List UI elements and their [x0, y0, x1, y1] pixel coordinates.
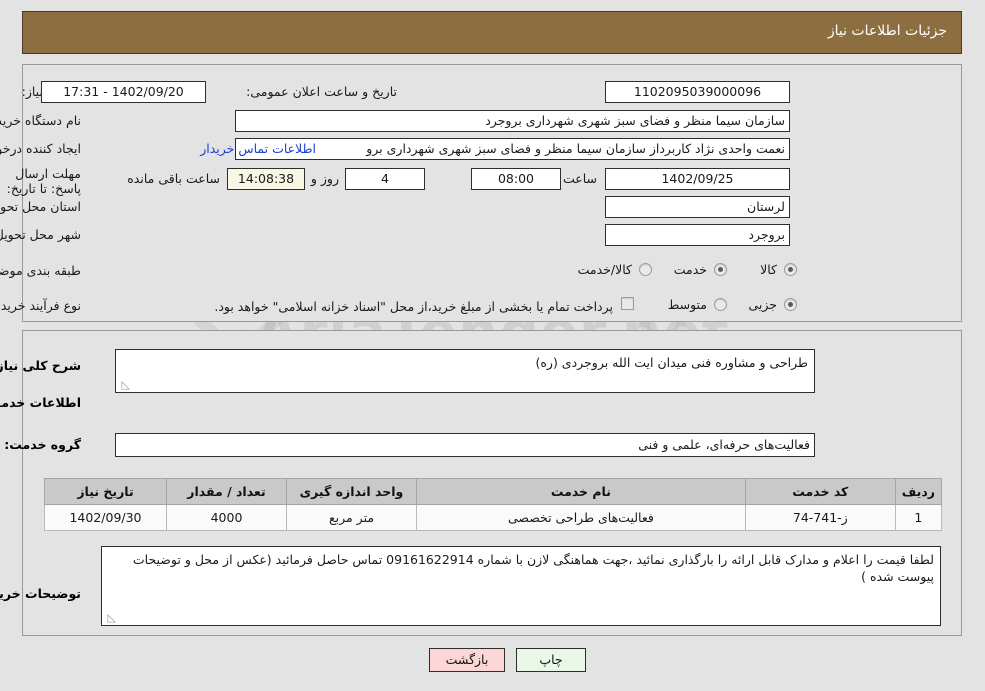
buyer-contact-link[interactable]: اطلاعات تماس خریدار — [200, 141, 316, 156]
purchase-type-radio-jozei[interactable] — [784, 298, 797, 311]
need-description-value: طراحی و مشاوره فنی میدان ایت الله بروجرد… — [535, 355, 809, 370]
treasury-checkbox[interactable] — [621, 297, 634, 310]
deadline-date-value: 1402/09/25 — [605, 168, 790, 190]
th-unit: واحد اندازه گیری — [286, 478, 417, 505]
table-row: 1 ز-741-74 فعالیت‌های طراحی تخصصی متر مر… — [44, 504, 943, 531]
category-radio-kala[interactable] — [784, 263, 797, 276]
purchase-type-radio-motavasset[interactable] — [714, 298, 727, 311]
cell-row: 1 — [894, 504, 943, 531]
service-group-value: فعالیت‌های حرفه‌ای، علمی و فنی — [115, 433, 815, 457]
page-title-bar: جزئیات اطلاعات نیاز — [22, 11, 962, 54]
purchase-type-option-motavasset: متوسط — [667, 297, 707, 312]
page-title: جزئیات اطلاعات نیاز — [827, 23, 947, 39]
service-group-label: گروه خدمت: — [4, 437, 81, 452]
back-button[interactable]: بازگشت — [429, 648, 505, 672]
th-need-date: تاریخ نیاز — [44, 478, 167, 505]
deadline-days-value: 4 — [345, 168, 425, 190]
deadline-hour-label: ساعت — [562, 171, 597, 186]
category-option-khedmat: خدمت — [673, 262, 707, 277]
th-quantity: تعداد / مقدار — [166, 478, 287, 505]
countdown-timer: 14:08:38 — [227, 168, 305, 190]
buyer-org-label: نام دستگاه خریدار: — [0, 113, 81, 128]
category-option-kala-khedmat: کالا/خدمت — [577, 262, 632, 277]
services-section-title: اطلاعات خدمات مورد نیاز — [0, 395, 81, 410]
buyer-notes-textarea[interactable]: لطفا قیمت را اعلام و مدارک قابل ارائه را… — [101, 546, 941, 626]
services-table: ردیف کد خدمت نام خدمت واحد اندازه گیری ت… — [44, 478, 943, 531]
cell-need-date: 1402/09/30 — [44, 504, 167, 531]
resize-grip-icon-notes[interactable]: ◺ — [104, 612, 116, 624]
requester-label: ایجاد کننده درخواست: — [0, 141, 81, 156]
need-description-textarea[interactable]: طراحی و مشاوره فنی میدان ایت الله بروجرد… — [115, 349, 815, 393]
resize-grip-icon[interactable]: ◺ — [118, 379, 130, 391]
category-option-kala: کالا — [760, 262, 777, 277]
page-root: AriaTender.net جزئیات اطلاعات نیاز شماره… — [0, 0, 985, 691]
purchase-type-label: نوع فرآیند خرید : — [0, 298, 81, 313]
th-name: نام خدمت — [416, 478, 746, 505]
th-row: ردیف — [894, 478, 943, 505]
remaining-hours-label: ساعت باقی مانده — [127, 171, 220, 186]
city-value: بروجرد — [605, 224, 790, 246]
deadline-days-label: روز و — [310, 171, 339, 186]
purchase-type-option-jozei: جزیی — [748, 297, 777, 312]
announce-datetime-label: تاریخ و ساعت اعلان عمومی: — [246, 84, 397, 99]
province-label: استان محل تحویل: — [0, 199, 81, 214]
category-radio-kala-khedmat[interactable] — [639, 263, 652, 276]
th-code: کد خدمت — [744, 478, 896, 505]
province-value: لرستان — [605, 196, 790, 218]
cell-name: فعالیت‌های طراحی تخصصی — [416, 504, 746, 531]
deadline-label: مهلت ارسال پاسخ: تا تاریخ: — [6, 166, 81, 196]
deadline-hour-value: 08:00 — [471, 168, 561, 190]
announce-datetime-value: 1402/09/20 - 17:31 — [41, 81, 206, 103]
print-button[interactable]: چاپ — [516, 648, 586, 672]
buyer-notes-label: توضیحات خریدار: — [0, 586, 81, 601]
treasury-note-label: پرداخت تمام یا بخشی از مبلغ خرید،از محل … — [214, 299, 613, 314]
city-label: شهر محل تحویل: — [0, 227, 81, 242]
cell-unit: متر مربع — [286, 504, 417, 531]
category-label: طبقه بندی موضوعی: — [0, 263, 81, 278]
buyer-org-value: سازمان سیما منظر و فضای سبز شهری شهرداری… — [235, 110, 790, 132]
cell-quantity: 4000 — [166, 504, 287, 531]
table-header-row: ردیف کد خدمت نام خدمت واحد اندازه گیری ت… — [44, 478, 943, 505]
category-radio-khedmat[interactable] — [714, 263, 727, 276]
requester-value: نعمت واحدی نژاد کاربرداز سازمان سیما منظ… — [235, 138, 790, 160]
cell-code: ز-741-74 — [744, 504, 896, 531]
need-number-value: 1102095039000096 — [605, 81, 790, 103]
buyer-notes-value: لطفا قیمت را اعلام و مدارک قابل ارائه را… — [132, 552, 934, 584]
need-description-label: شرح کلی نیاز: — [0, 358, 81, 373]
